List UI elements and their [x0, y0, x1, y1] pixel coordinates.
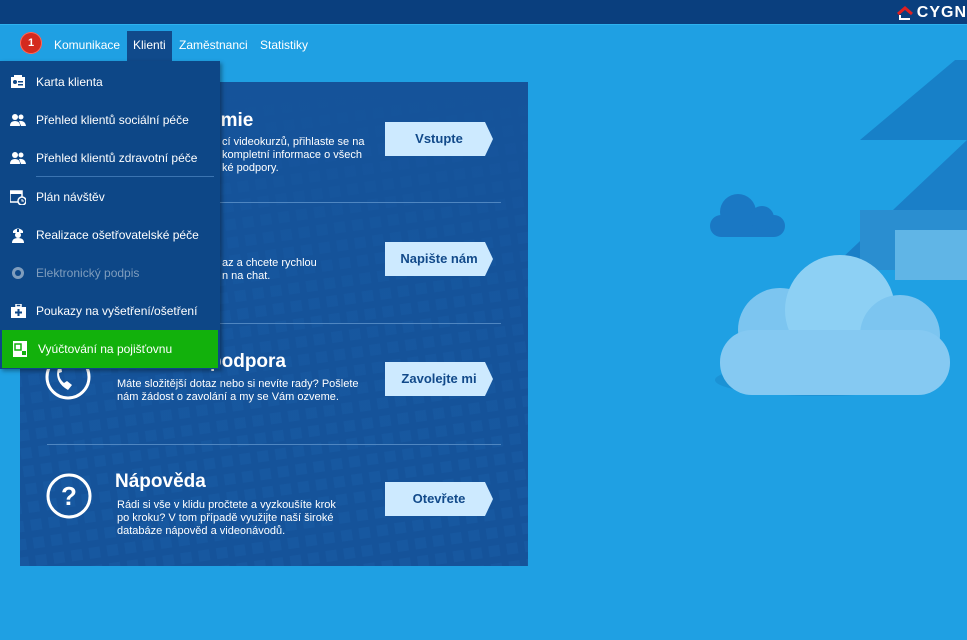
- menu-item-visit-plan[interactable]: Plán návštěv: [0, 178, 220, 216]
- menu-item-insurance-billing[interactable]: Vyúčtování na pojišťovnu: [2, 330, 218, 368]
- menu-item-electronic-signature[interactable]: Elektronický podpis: [0, 254, 220, 292]
- menu-item-label: Karta klienta: [36, 75, 103, 89]
- section-help-title: Nápověda: [115, 471, 206, 492]
- section-support-text-2: nám žádost o zavolání a my se Vám ozveme…: [117, 391, 339, 403]
- tab-komunikace[interactable]: Komunikace: [48, 31, 126, 61]
- menu-separator: [36, 176, 214, 177]
- logo-icon: [896, 6, 913, 20]
- menu-item-vouchers[interactable]: Poukazy na vyšetření/ošetření: [0, 292, 220, 330]
- nurse-icon: [12, 228, 24, 243]
- medical-kit-icon: [10, 304, 26, 318]
- notification-badge[interactable]: 1: [20, 32, 42, 54]
- section-chat-text-2: n na chat.: [222, 270, 271, 282]
- section-chat-text-1: az a chcete rychlou: [222, 257, 317, 269]
- users-icon: [10, 114, 26, 126]
- open-help-button[interactable]: Otevřete: [385, 482, 493, 516]
- billing-icon: [13, 341, 27, 357]
- menu-item-social-care-clients[interactable]: Přehled klientů sociální péče: [0, 101, 220, 139]
- users-icon: [10, 152, 26, 164]
- menu-item-label: Elektronický podpis: [36, 266, 140, 280]
- clients-dropdown-menu: Karta klienta Přehled klientů sociální p…: [0, 61, 220, 369]
- tab-zamestnanci[interactable]: Zaměstnanci: [173, 31, 254, 61]
- section-support-title: podpora: [210, 351, 286, 372]
- write-us-button-label: Napište nám: [400, 251, 478, 266]
- menu-item-label: Vyúčtování na pojišťovnu: [38, 342, 173, 356]
- seal-icon: [12, 267, 24, 279]
- calendar-clock-icon: [10, 190, 26, 205]
- menu-item-client-card[interactable]: Karta klienta: [0, 63, 220, 101]
- client-card-icon: [11, 75, 25, 88]
- section-academy-text-1: cí videokurzů, přihlaste se na: [222, 136, 365, 148]
- tab-statistiky[interactable]: Statistiky: [254, 31, 314, 61]
- menu-item-label: Přehled klientů zdravotní péče: [36, 151, 198, 165]
- write-us-button[interactable]: Napište nám: [385, 242, 493, 276]
- section-support-text-1: Máte složitější dotaz nebo si nevíte rad…: [117, 378, 359, 390]
- help-icon: ?: [46, 473, 92, 519]
- menu-item-nursing-care[interactable]: Realizace ošetřovatelské péče: [0, 216, 220, 254]
- menu-item-label: Plán návštěv: [36, 190, 105, 204]
- tab-klienti[interactable]: Klienti: [127, 31, 172, 61]
- enter-button-label: Vstupte: [415, 131, 463, 146]
- open-help-button-label: Otevřete: [412, 491, 466, 506]
- section-divider: [47, 444, 501, 445]
- brand-name: CYGN: [916, 5, 967, 21]
- section-help-text-3: databáze nápověd a videonávodů.: [117, 525, 286, 537]
- section-academy-text-3: ké podpory.: [222, 162, 279, 174]
- enter-button[interactable]: Vstupte: [385, 122, 493, 156]
- menu-item-label: Přehled klientů sociální péče: [36, 113, 189, 127]
- section-help-text-2: po kroku? V tom případě využijte naší ši…: [117, 512, 334, 524]
- brand-logo: CYGN: [896, 5, 967, 21]
- menu-item-label: Poukazy na vyšetření/ošetření: [36, 304, 198, 318]
- menu-item-health-care-clients[interactable]: Přehled klientů zdravotní péče: [0, 139, 220, 177]
- section-academy-text-2: kompletní informace o všech: [222, 149, 363, 161]
- section-help-text-1: Rádi si vše v klidu pročtete a vyzkoušít…: [117, 499, 336, 511]
- svg-text:?: ?: [61, 481, 77, 511]
- title-bar: CYGN: [0, 0, 967, 24]
- house-cloud-illustration: [710, 60, 967, 396]
- call-me-button-label: Zavolejte mi: [401, 371, 477, 386]
- menu-item-label: Realizace ošetřovatelské péče: [36, 228, 199, 242]
- call-me-button[interactable]: Zavolejte mi: [385, 362, 493, 396]
